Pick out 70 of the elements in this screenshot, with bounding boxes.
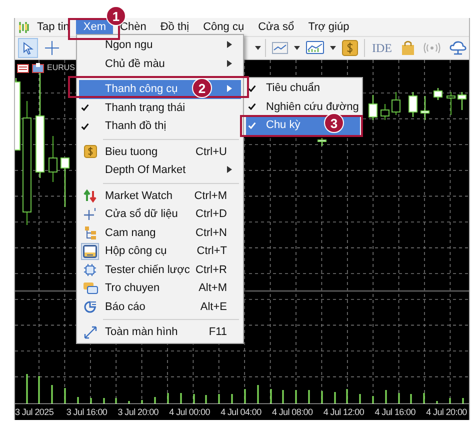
ide-button[interactable]: IDE: [368, 38, 395, 58]
toolbox-icon: [83, 244, 97, 258]
caret-icon: [227, 41, 232, 48]
time-axis-label: 4 Jul 00:00: [169, 407, 211, 417]
shopping-bag-icon: [400, 40, 415, 56]
time-axis-label: 3 Jul 16:00: [66, 407, 108, 417]
chip-icon: [83, 262, 97, 277]
candlestick: [60, 158, 70, 207]
chart-list-icon: [17, 64, 29, 72]
candlestick: [392, 92, 400, 115]
menu-item[interactable]: Ngon ngu: [79, 36, 241, 54]
chart-window-icon: [32, 63, 44, 73]
tree-icon: [84, 226, 96, 240]
time-axis-label: 4 Jul 20:00: [426, 407, 468, 417]
chart-symbol: EURUS: [47, 63, 76, 73]
candlestick: [368, 95, 378, 120]
menu-bar-item[interactable]: Trợ giúp: [301, 18, 356, 36]
arrows-icon: [83, 188, 97, 203]
pointer-tool-button[interactable]: [18, 38, 38, 58]
candlestick: [408, 92, 418, 117]
menu-item[interactable]: Tro chuyen Alt+M: [79, 279, 241, 298]
time-axis-label: 4 Jul 08:00: [272, 407, 314, 417]
candlestick: [48, 136, 58, 182]
menu-item[interactable]: Hộp công cụ Ctrl+T: [79, 242, 241, 260]
caret-icon: [227, 60, 232, 67]
pointer-icon: [22, 42, 34, 54]
menu-bar-item[interactable]: Đồ thị: [153, 18, 196, 36]
caret-icon: [227, 166, 232, 174]
menu-bar-item[interactable]: Cửa sổ: [251, 18, 302, 36]
menu-item[interactable]: Tester chiến lược Ctrl+R: [79, 260, 241, 279]
menu-item[interactable]: Chủ đề màu: [79, 54, 241, 73]
menu-item[interactable]: Cửa sổ dữ liệu Ctrl+D: [79, 205, 241, 224]
candlestick: [420, 96, 430, 120]
menu-item[interactable]: Depth Of Market: [79, 161, 241, 180]
submenu-item[interactable]: Tiêu chuẩn: [246, 79, 360, 98]
signal-icon: [422, 42, 441, 54]
dollar-icon: [84, 145, 96, 158]
time-axis-label: 4 Jul 12:00: [323, 407, 366, 417]
candlestick: [318, 138, 326, 146]
crosshair-icon: [83, 207, 97, 222]
app-icon: [18, 20, 30, 34]
menu-item[interactable]: Bieu tuong Ctrl+U: [79, 142, 241, 161]
menu-item[interactable]: Thanh đồ thị: [79, 117, 241, 136]
expand-icon: [84, 326, 96, 339]
caret-icon: [255, 46, 262, 50]
dollar-icon: [342, 40, 358, 56]
menu-item[interactable]: Cam nang Ctrl+N: [79, 224, 241, 242]
menu-item[interactable]: Báo cáo Alt+E: [79, 298, 241, 316]
caret-icon: [227, 85, 232, 92]
menu-item[interactable]: Thanh trạng thái: [79, 98, 241, 117]
indicator-chart-icon: [306, 40, 324, 56]
caret-icon: [294, 46, 300, 50]
crosshair-icon: [44, 41, 59, 55]
report-icon: [83, 300, 97, 314]
menu-bar-item[interactable]: Công cụ: [196, 18, 252, 36]
time-axis-label: 4 Jul 04:00: [220, 407, 262, 417]
line-chart-icon: [272, 42, 288, 54]
candlestick: [458, 92, 466, 110]
time-axis-label: 3 Jul 2025: [15, 407, 55, 417]
dollar-button[interactable]: [340, 38, 360, 58]
candlestick: [434, 88, 442, 100]
menu-item[interactable]: Market Watch Ctrl+M: [79, 186, 241, 205]
caret-icon: [330, 46, 336, 50]
candlestick: [380, 104, 390, 120]
submenu-item[interactable]: Nghiên cứu đường: [246, 98, 360, 116]
candlestick: [446, 92, 456, 115]
time-axis-label: 4 Jul 16:00: [374, 407, 416, 417]
chat-icon: [82, 282, 98, 295]
time-axis-label: 3 Jul 20:00: [118, 407, 160, 417]
menu-item[interactable]: Toàn màn hình F11: [79, 323, 241, 342]
